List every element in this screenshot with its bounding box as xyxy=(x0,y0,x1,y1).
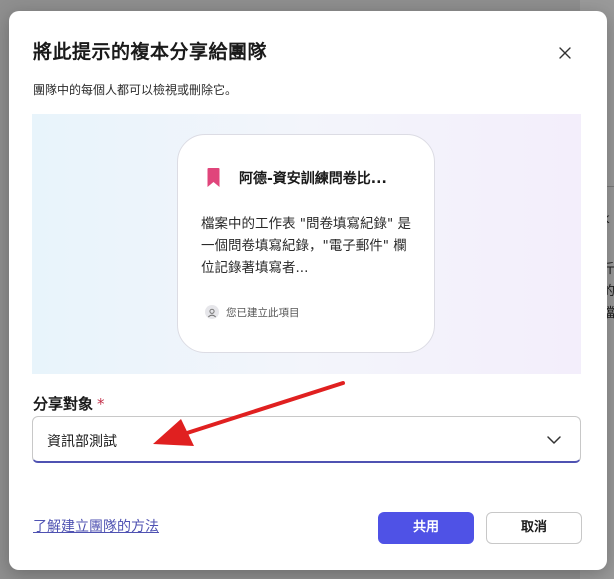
share-target-label: 分享對象 * xyxy=(33,393,105,414)
person-icon xyxy=(205,305,219,319)
prompt-preview-area: 阿德-資安訓練問卷比... 檔案中的工作表 "問卷填寫紀錄" 是一個問卷填寫紀錄… xyxy=(32,114,581,374)
dialog-subtitle: 團隊中的每個人都可以檢視或刪除它。 xyxy=(33,83,238,97)
cancel-button[interactable]: 取消 xyxy=(486,512,582,544)
share-target-value: 資訊部測試 xyxy=(47,434,117,450)
dialog-title: 將此提示的複本分享給團隊 xyxy=(33,41,268,63)
share-target-label-text: 分享對象 xyxy=(33,395,94,413)
prompt-card-body: 檔案中的工作表 "問卷填寫紀錄" 是一個問卷填寫紀錄，"電子郵件" 欄位記錄著填… xyxy=(201,216,412,276)
bookmark-icon xyxy=(207,168,220,187)
chevron-down-icon xyxy=(547,436,561,444)
learn-create-team-link[interactable]: 了解建立團隊的方法 xyxy=(33,516,159,536)
required-marker: * xyxy=(97,395,105,413)
creator-label: 您已建立此項目 xyxy=(226,307,300,319)
prompt-card: 阿德-資安訓練問卷比... 檔案中的工作表 "問卷填寫紀錄" 是一個問卷填寫紀錄… xyxy=(177,134,435,353)
prompt-card-title: 阿德-資安訓練問卷比... xyxy=(239,171,387,187)
share-button[interactable]: 共用 xyxy=(378,512,474,544)
share-target-select[interactable]: 資訊部測試 xyxy=(32,416,581,463)
close-button[interactable] xyxy=(554,42,576,64)
close-icon xyxy=(559,47,571,59)
share-dialog: 將此提示的複本分享給團隊 團隊中的每個人都可以檢視或刪除它。 阿德-資安訓練問卷… xyxy=(9,11,607,570)
